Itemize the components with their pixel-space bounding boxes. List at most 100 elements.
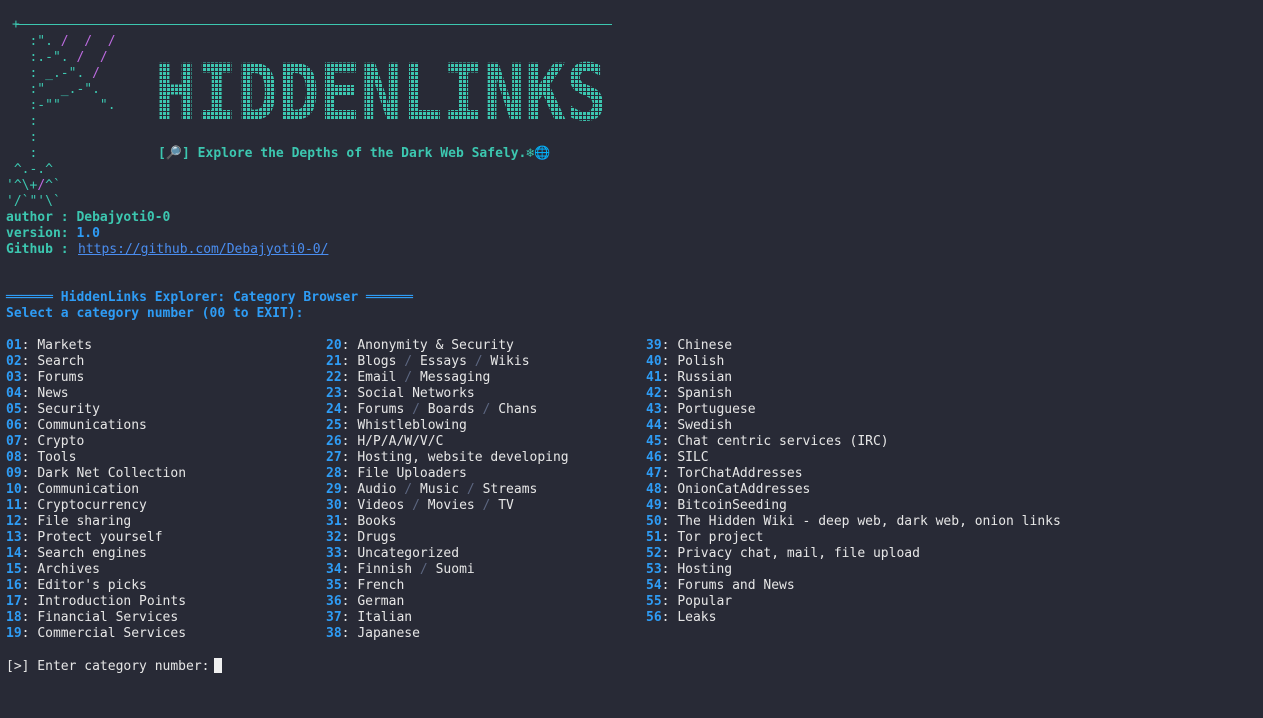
- category-item[interactable]: 45: Chat centric services (IRC): [646, 434, 1061, 450]
- category-number: 12: [6, 514, 22, 529]
- category-item[interactable]: 04: News: [6, 386, 186, 402]
- category-item[interactable]: 50: The Hidden Wiki - deep web, dark web…: [646, 514, 1061, 530]
- category-item[interactable]: 44: Swedish: [646, 418, 1061, 434]
- category-number: 40: [646, 354, 662, 369]
- category-label: Hosting, website developing: [357, 450, 569, 465]
- category-label: Hosting: [677, 562, 733, 577]
- category-item[interactable]: 54: Forums and News: [646, 578, 1061, 594]
- banner-corner: +: [12, 17, 20, 33]
- category-item[interactable]: 49: BitcoinSeeding: [646, 498, 1061, 514]
- category-number: 05: [6, 402, 22, 417]
- category-label: German: [357, 594, 405, 609]
- category-number: 19: [6, 626, 22, 641]
- category-item[interactable]: 26: H/P/A/W/V/C: [326, 434, 569, 450]
- category-item[interactable]: 14: Search engines: [6, 546, 186, 562]
- category-label: Whistleblowing: [357, 418, 467, 433]
- category-item[interactable]: 31: Books: [326, 514, 569, 530]
- category-item[interactable]: 30: Videos / Movies / TV: [326, 498, 569, 514]
- category-number: 52: [646, 546, 662, 561]
- category-label: Cryptocurrency: [37, 498, 147, 513]
- category-item[interactable]: 13: Protect yourself: [6, 530, 186, 546]
- category-item[interactable]: 53: Hosting: [646, 562, 1061, 578]
- category-item[interactable]: 07: Crypto: [6, 434, 186, 450]
- category-number: 54: [646, 578, 662, 593]
- category-item[interactable]: 32: Drugs: [326, 530, 569, 546]
- category-label: H/P/A/W/V/C: [357, 434, 444, 449]
- version-line: version: 1.0: [6, 226, 100, 242]
- category-item[interactable]: 52: Privacy chat, mail, file upload: [646, 546, 1061, 562]
- category-column-2: 20: Anonymity & Security 21: Blogs / Essa…: [326, 338, 569, 642]
- category-item[interactable]: 36: German: [326, 594, 569, 610]
- category-item[interactable]: 08: Tools: [6, 450, 186, 466]
- category-number: 50: [646, 514, 662, 529]
- category-label: Italian: [357, 610, 413, 625]
- category-item[interactable]: 43: Portuguese: [646, 402, 1061, 418]
- category-item[interactable]: 24: Forums / Boards / Chans: [326, 402, 569, 418]
- category-number: 10: [6, 482, 22, 497]
- category-item[interactable]: 55: Popular: [646, 594, 1061, 610]
- category-number: 14: [6, 546, 22, 561]
- category-item[interactable]: 56: Leaks: [646, 610, 1061, 626]
- category-number: 34: [326, 562, 342, 577]
- category-item[interactable]: 06: Communications: [6, 418, 186, 434]
- category-column-1: 01: Markets 02: Search 03: Forums 04: News 0…: [6, 338, 186, 642]
- category-item[interactable]: 16: Editor's picks: [6, 578, 186, 594]
- svg-text:HIDDENLINKS: HIDDENLINKS: [155, 56, 607, 128]
- category-item[interactable]: 19: Commercial Services: [6, 626, 186, 642]
- github-line: Github :: [6, 242, 76, 258]
- category-label: Search: [37, 354, 85, 369]
- category-item[interactable]: 25: Whistleblowing: [326, 418, 569, 434]
- category-item[interactable]: 51: Tor project: [646, 530, 1061, 546]
- category-item[interactable]: 10: Communication: [6, 482, 186, 498]
- category-number: 20: [326, 338, 342, 353]
- category-item[interactable]: 39: Chinese: [646, 338, 1061, 354]
- category-label: Markets: [37, 338, 93, 353]
- category-item[interactable]: 02: Search: [6, 354, 186, 370]
- category-item[interactable]: 28: File Uploaders: [326, 466, 569, 482]
- category-item[interactable]: 15: Archives: [6, 562, 186, 578]
- category-number: 37: [326, 610, 342, 625]
- category-item[interactable]: 33: Uncategorized: [326, 546, 569, 562]
- category-item[interactable]: 47: TorChatAddresses: [646, 466, 1061, 482]
- category-number: 55: [646, 594, 662, 609]
- category-item[interactable]: 12: File sharing: [6, 514, 186, 530]
- category-label: Forums: [37, 370, 85, 385]
- terminal-cursor[interactable]: [213, 658, 222, 673]
- category-item[interactable]: 03: Forums: [6, 370, 186, 386]
- category-label: Leaks: [677, 610, 717, 625]
- category-item[interactable]: 20: Anonymity & Security: [326, 338, 569, 354]
- category-label: Swedish: [677, 418, 733, 433]
- category-number: 36: [326, 594, 342, 609]
- author-value: Debajyoti0-0: [76, 210, 171, 225]
- category-number: 17: [6, 594, 22, 609]
- category-item[interactable]: 38: Japanese: [326, 626, 569, 642]
- category-item[interactable]: 27: Hosting, website developing: [326, 450, 569, 466]
- category-number: 23: [326, 386, 342, 401]
- category-item[interactable]: 41: Russian: [646, 370, 1061, 386]
- category-number: 48: [646, 482, 662, 497]
- category-item[interactable]: 17: Introduction Points: [6, 594, 186, 610]
- category-item[interactable]: 18: Financial Services: [6, 610, 186, 626]
- category-item[interactable]: 46: SILC: [646, 450, 1061, 466]
- category-item[interactable]: 40: Polish: [646, 354, 1061, 370]
- category-label: Communication: [37, 482, 140, 497]
- category-item[interactable]: 48: OnionCatAddresses: [646, 482, 1061, 498]
- category-item[interactable]: 35: French: [326, 578, 569, 594]
- category-item[interactable]: 42: Spanish: [646, 386, 1061, 402]
- category-item[interactable]: 34: Finnish / Suomi: [326, 562, 569, 578]
- category-item[interactable]: 01: Markets: [6, 338, 186, 354]
- browser-header: ══════ HiddenLinks Explorer: Category Br…: [6, 290, 413, 306]
- category-item[interactable]: 21: Blogs / Essays / Wikis: [326, 354, 569, 370]
- category-item[interactable]: 37: Italian: [326, 610, 569, 626]
- category-item[interactable]: 23: Social Networks: [326, 386, 569, 402]
- category-item[interactable]: 11: Cryptocurrency: [6, 498, 186, 514]
- category-item[interactable]: 09: Dark Net Collection: [6, 466, 186, 482]
- category-item[interactable]: 22: Email / Messaging: [326, 370, 569, 386]
- category-label: Privacy chat, mail, file upload: [677, 546, 920, 561]
- input-prompt: [>] Enter category number:: [6, 659, 210, 674]
- category-label: Editor's picks: [37, 578, 147, 593]
- category-item[interactable]: 29: Audio / Music / Streams: [326, 482, 569, 498]
- github-link[interactable]: https://github.com/Debajyoti0-0/: [78, 242, 328, 258]
- category-number: 33: [326, 546, 342, 561]
- category-item[interactable]: 05: Security: [6, 402, 186, 418]
